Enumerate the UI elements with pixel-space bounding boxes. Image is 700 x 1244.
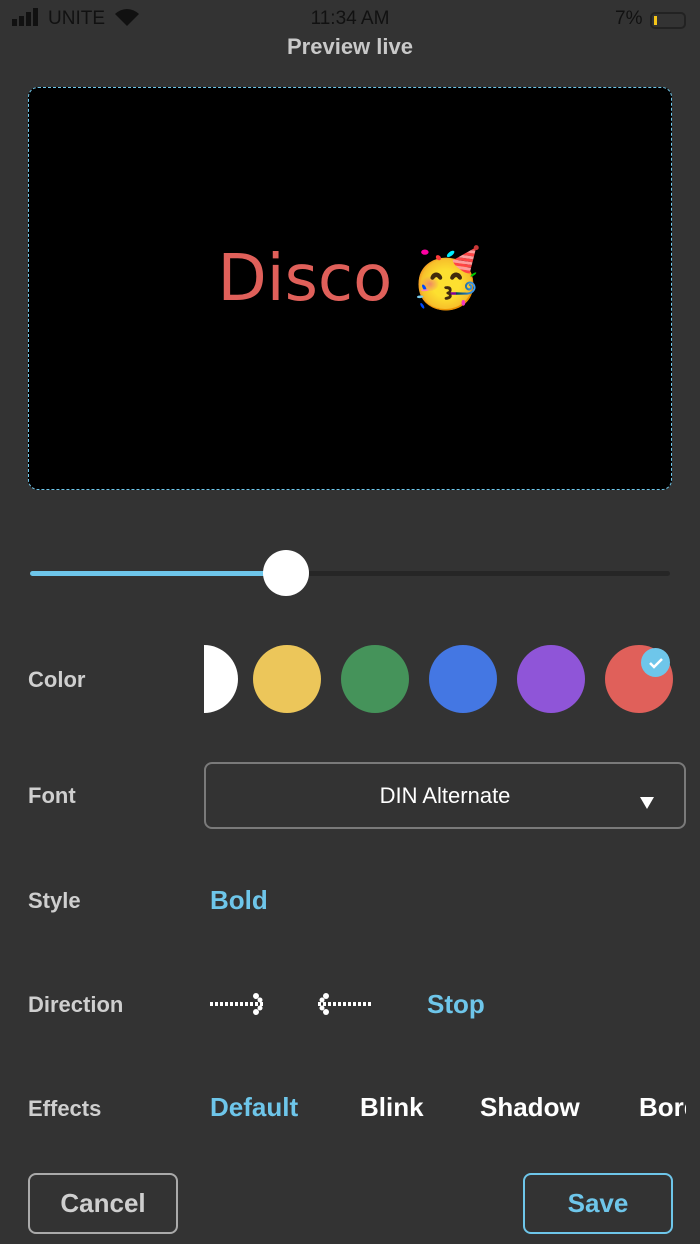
color-swatch-red[interactable] (605, 645, 673, 713)
color-swatch-yellow[interactable] (253, 645, 321, 713)
scroll-left-icon[interactable] (316, 993, 374, 1020)
scroll-right-icon[interactable] (208, 993, 266, 1020)
cancel-button[interactable]: Cancel (28, 1173, 178, 1234)
font-value: DIN Alternate (379, 782, 511, 808)
color-label: Color (28, 667, 86, 692)
slider-thumb[interactable] (263, 550, 309, 596)
effects-label: Effects (28, 1096, 102, 1121)
direction-stop[interactable]: Stop (427, 989, 485, 1020)
color-swatch-green[interactable] (341, 645, 409, 713)
speed-slider[interactable] (30, 550, 670, 596)
font-dropdown[interactable]: DIN Alternate (204, 762, 686, 829)
effect-border[interactable]: Border (639, 1092, 686, 1123)
color-swatch-purple[interactable] (517, 645, 585, 713)
preview-text: Disco (217, 241, 393, 316)
clock: 11:34 AM (310, 8, 390, 29)
battery-icon (650, 12, 686, 29)
effect-default[interactable]: Default (210, 1092, 298, 1123)
style-option-bold[interactable]: Bold (210, 885, 268, 916)
effect-shadow[interactable]: Shadow (480, 1092, 580, 1123)
preview-canvas[interactable]: Disco 🥳 (28, 87, 672, 490)
party-face-emoji: 🥳 (410, 245, 483, 311)
status-bar: UNITE 11:34 AM 7% (0, 5, 700, 31)
style-label: Style (28, 888, 81, 913)
effect-blink[interactable]: Blink (360, 1092, 424, 1123)
font-label: Font (28, 783, 76, 808)
color-swatch-blue[interactable] (429, 645, 497, 713)
page-title: Preview live (287, 34, 413, 59)
save-button[interactable]: Save (523, 1173, 673, 1234)
direction-label: Direction (28, 992, 124, 1017)
chevron-down-icon (640, 789, 654, 815)
battery-percent: 7% (615, 8, 643, 29)
checkmark-icon (641, 648, 670, 677)
color-swatch-white[interactable] (204, 645, 238, 713)
slider-fill (30, 571, 286, 576)
